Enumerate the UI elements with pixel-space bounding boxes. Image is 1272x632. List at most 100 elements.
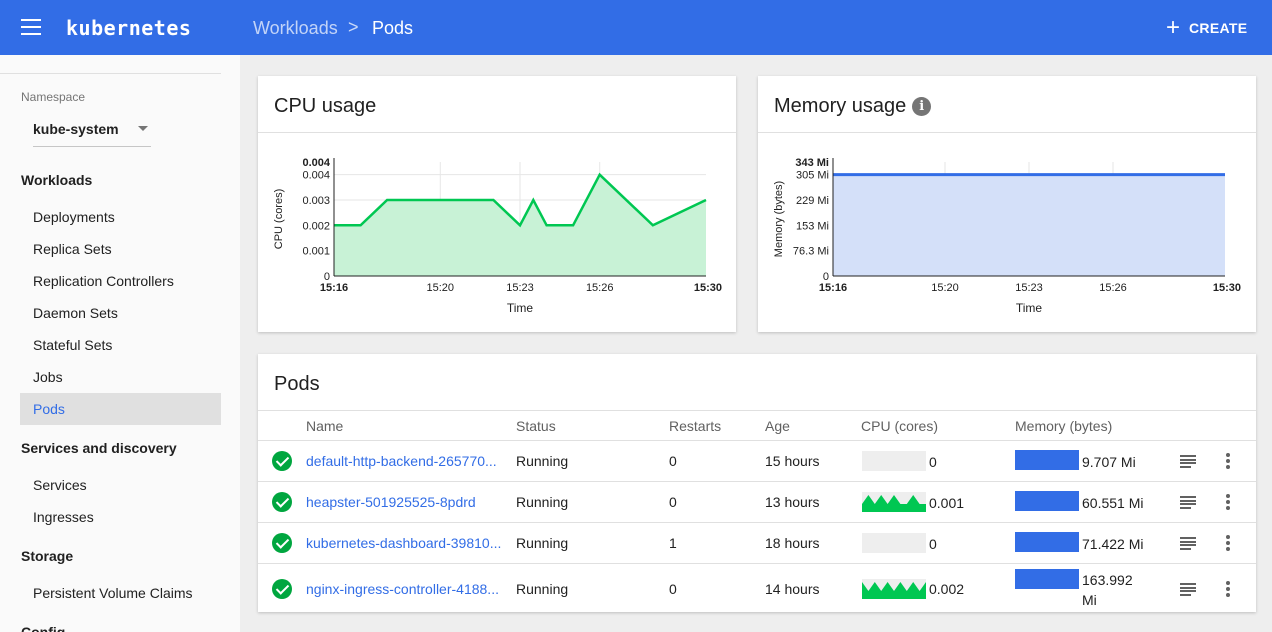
pod-restarts: 1 [669, 535, 677, 551]
x-tick-label: 15:26 [586, 282, 614, 294]
pods-card-title: Pods [274, 373, 320, 395]
create-button[interactable]: + CREATE [1166, 16, 1247, 40]
chevron-right-icon: > [348, 17, 359, 37]
sidebar-item-services[interactable]: Services [20, 469, 221, 501]
y-max-label: 343 Mi [795, 157, 829, 169]
x-tick-label: 15:16 [320, 282, 348, 294]
cpu-sparkline [862, 451, 926, 471]
check-circle-icon [272, 451, 292, 471]
column-header-status[interactable]: Status [516, 418, 556, 434]
y-tick-label: 305 Mi [796, 170, 829, 182]
check-circle-icon [272, 533, 292, 553]
logs-icon[interactable] [1180, 455, 1196, 468]
breadcrumb-workloads[interactable]: Workloads [253, 18, 338, 39]
pod-restarts: 0 [669, 581, 677, 597]
more-vert-icon[interactable] [1226, 581, 1230, 597]
pod-name-link[interactable]: default-http-backend-265770... [306, 453, 497, 469]
y-tick-label: 0.002 [302, 220, 330, 232]
y-tick-label: 229 Mi [796, 195, 829, 207]
more-vert-icon[interactable] [1226, 453, 1230, 469]
dropdown-arrow-icon [138, 126, 148, 131]
pod-cpu-value: 0.002 [929, 581, 965, 597]
cpu-sparkline-area [862, 582, 926, 599]
sidebar-item-deployments[interactable]: Deployments [20, 201, 221, 233]
table-row: heapster-501925525-8pdrd Running 0 13 ho… [258, 481, 1256, 522]
memory-bar [1015, 532, 1079, 552]
column-header-name[interactable]: Name [306, 418, 343, 434]
cpu-usage-chart: 00.0010.0020.0030.0040.00415:16 15:20 15:2… [273, 157, 722, 315]
logs-icon[interactable] [1180, 537, 1196, 550]
sidebar-divider [0, 73, 221, 74]
sidebar-item-replication-controllers[interactable]: Replication Controllers [20, 265, 221, 297]
pod-name-link[interactable]: nginx-ingress-controller-4188... [306, 581, 499, 597]
pod-name-link[interactable]: heapster-501925525-8pdrd [306, 494, 476, 510]
kubernetes-logo[interactable]: kubernetes [66, 16, 191, 40]
x-tick-label: 15:30 [694, 282, 722, 294]
pod-memory-value: 60.551 Mi [1082, 495, 1144, 511]
hamburger-menu-icon[interactable] [21, 19, 41, 35]
sidebar-nav: Namespace kube-system Workloads Deployme… [0, 55, 240, 632]
pod-memory-value: 71.422 Mi [1082, 536, 1144, 552]
sidebar-item-pods[interactable]: Pods [20, 393, 221, 425]
pod-restarts: 0 [669, 494, 677, 510]
pod-age: 13 hours [765, 494, 820, 510]
sidebar-item-ingresses[interactable]: Ingresses [20, 501, 221, 533]
y-max-label: 0.004 [302, 157, 330, 169]
create-label: CREATE [1189, 20, 1248, 36]
memory-bar [1015, 491, 1079, 511]
logs-icon[interactable] [1180, 583, 1196, 596]
logs-icon[interactable] [1180, 496, 1196, 509]
memory-usage-card: Memory usage i 0 76.3 Mi 153 Mi 229 Mi 305 Mi… [758, 76, 1256, 332]
breadcrumb-pods: Pods [372, 18, 414, 38]
plus-icon: + [1166, 14, 1181, 41]
y-tick-label: 0.003 [302, 195, 330, 207]
x-tick-label: 15:16 [819, 282, 847, 294]
x-tick-label: 15:23 [1015, 282, 1043, 294]
nav-section-config[interactable]: Config [21, 624, 65, 632]
cpu-sparkline [862, 492, 926, 512]
cpu-sparkline-area [862, 495, 926, 512]
card-divider [258, 410, 1256, 411]
sidebar-item-jobs[interactable]: Jobs [20, 361, 221, 393]
x-tick-label: 15:26 [1099, 282, 1127, 294]
more-vert-icon[interactable] [1226, 494, 1230, 510]
nav-section-workloads[interactable]: Workloads [21, 172, 92, 188]
check-circle-icon [272, 492, 292, 512]
namespace-value: kube-system [33, 121, 119, 137]
sidebar-item-replica-sets[interactable]: Replica Sets [20, 233, 221, 265]
column-header-memory: Memory (bytes) [1015, 418, 1113, 434]
pod-status: Running [516, 494, 569, 510]
y-tick-label: 76.3 Mi [793, 246, 829, 258]
sidebar-item-persistent-volume-claims[interactable]: Persistent Volume Claims [20, 577, 221, 609]
sidebar-item-daemon-sets[interactable]: Daemon Sets [20, 297, 221, 329]
namespace-label: Namespace [21, 90, 86, 104]
top-app-bar: kubernetes Workloads > Pods + CREATE [0, 0, 1272, 55]
namespace-select[interactable]: kube-system [33, 121, 151, 147]
table-row: nginx-ingress-controller-4188... Running… [258, 563, 1256, 612]
memory-bar [1015, 450, 1079, 470]
pod-memory-value: 9.707 Mi [1082, 454, 1136, 470]
pods-card: Pods Name Status Restarts Age CPU (cores… [258, 354, 1256, 612]
sidebar-item-stateful-sets[interactable]: Stateful Sets [20, 329, 221, 361]
more-vert-icon[interactable] [1226, 535, 1230, 551]
check-circle-icon [272, 579, 292, 599]
cpu-sparkline [862, 579, 926, 599]
pod-name-link[interactable]: kubernetes-dashboard-39810... [306, 535, 501, 551]
pod-status: Running [516, 535, 569, 551]
x-tick-label: 15:23 [506, 282, 534, 294]
x-axis-label: Time [507, 301, 534, 315]
nav-section-services-discovery[interactable]: Services and discovery [21, 440, 177, 456]
table-row: default-http-backend-265770... Running 0… [258, 440, 1256, 481]
y-tick-label: 0.001 [302, 246, 330, 258]
x-tick-label: 15:20 [427, 282, 455, 294]
series-area [833, 174, 1225, 276]
column-header-restarts[interactable]: Restarts [669, 418, 721, 434]
pod-memory-value: 163.992 Mi [1082, 572, 1133, 608]
nav-section-storage[interactable]: Storage [21, 548, 73, 564]
table-row: kubernetes-dashboard-39810... Running 1 … [258, 522, 1256, 563]
pod-restarts: 0 [669, 453, 677, 469]
pod-cpu-value: 0 [929, 454, 937, 470]
pod-cpu-value: 0 [929, 536, 937, 552]
column-header-age[interactable]: Age [765, 418, 790, 434]
x-tick-label: 15:20 [931, 282, 959, 294]
